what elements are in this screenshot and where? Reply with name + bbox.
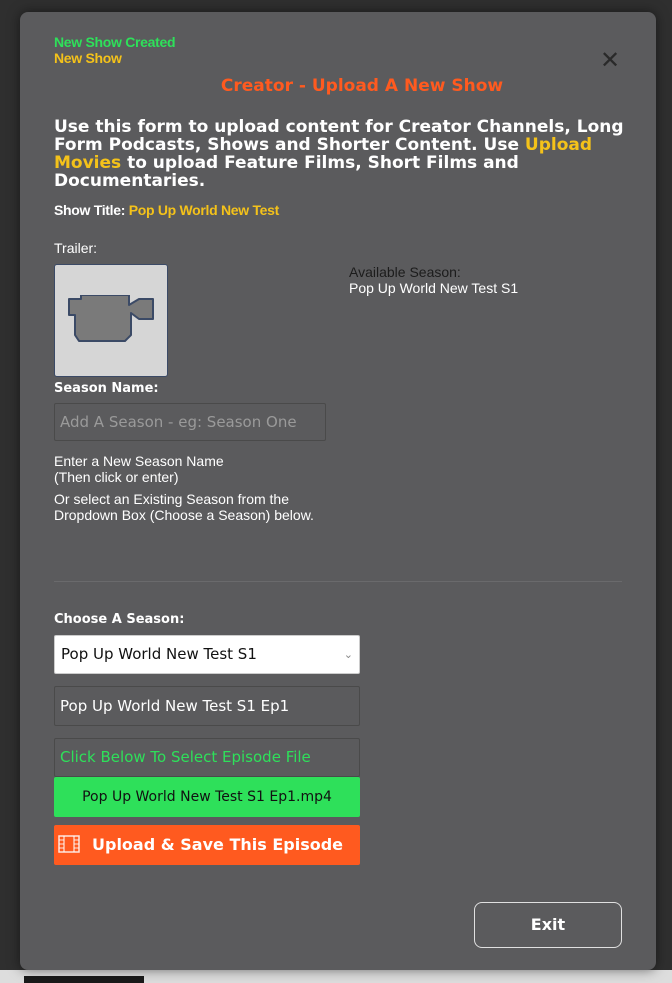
season-help-line-2: Or select an Existing Season from the Dr… (54, 491, 314, 523)
season-help-line-1: Enter a New Season Name (Then click or en… (54, 453, 334, 485)
episode-name-field[interactable]: Pop Up World New Test S1 Ep1 (54, 686, 360, 726)
chevron-down-icon: ⌄ (343, 648, 353, 661)
show-title-row: Show Title: Pop Up World New Test (54, 202, 279, 218)
status-new-show: New Show (54, 50, 122, 66)
upload-save-episode-button[interactable]: Upload & Save This Episode (54, 825, 360, 865)
episode-file-button[interactable]: Pop Up World New Test S1 Ep1.mp4 (54, 777, 360, 817)
exit-button[interactable]: Exit (474, 902, 622, 948)
trailer-label: Trailer: (54, 240, 98, 256)
season-name-label: Season Name: (54, 381, 159, 396)
available-season-value: Pop Up World New Test S1 (349, 280, 519, 296)
status-new-show-created: New Show Created (54, 34, 176, 50)
intro-text-end: to upload Feature Films, Short Films and… (54, 153, 519, 191)
bottom-strip-dark (24, 976, 144, 983)
season-select[interactable]: Pop Up World New Test S1 ⌄ (54, 635, 360, 674)
season-name-input[interactable] (54, 403, 326, 441)
season-help-line-1b: (Then click or enter) (54, 469, 179, 485)
available-season-label: Available Season: (349, 264, 461, 280)
video-camera-icon (68, 295, 154, 342)
choose-season-label: Choose A Season: (54, 612, 185, 627)
show-title-label: Show Title: (54, 202, 126, 218)
show-title-value: Pop Up World New Test (128, 202, 280, 218)
upload-show-modal: New Show Created New Show ✕ Creator - Up… (20, 12, 656, 970)
bottom-strip (0, 970, 672, 983)
modal-title: Creator - Upload A New Show (220, 76, 504, 96)
close-icon[interactable]: ✕ (598, 48, 622, 72)
trailer-upload-button[interactable] (54, 264, 168, 377)
select-episode-file-prompt[interactable]: Click Below To Select Episode File (54, 738, 360, 777)
film-icon (58, 835, 80, 853)
intro-text: Use this form to upload content for Crea… (54, 118, 634, 190)
season-help-line-1a: Enter a New Season Name (54, 453, 224, 469)
divider (54, 581, 622, 582)
season-select-value: Pop Up World New Test S1 (61, 645, 257, 663)
season-help-text: Enter a New Season Name (Then click or en… (54, 453, 334, 529)
upload-save-episode-label: Upload & Save This Episode (92, 835, 344, 854)
